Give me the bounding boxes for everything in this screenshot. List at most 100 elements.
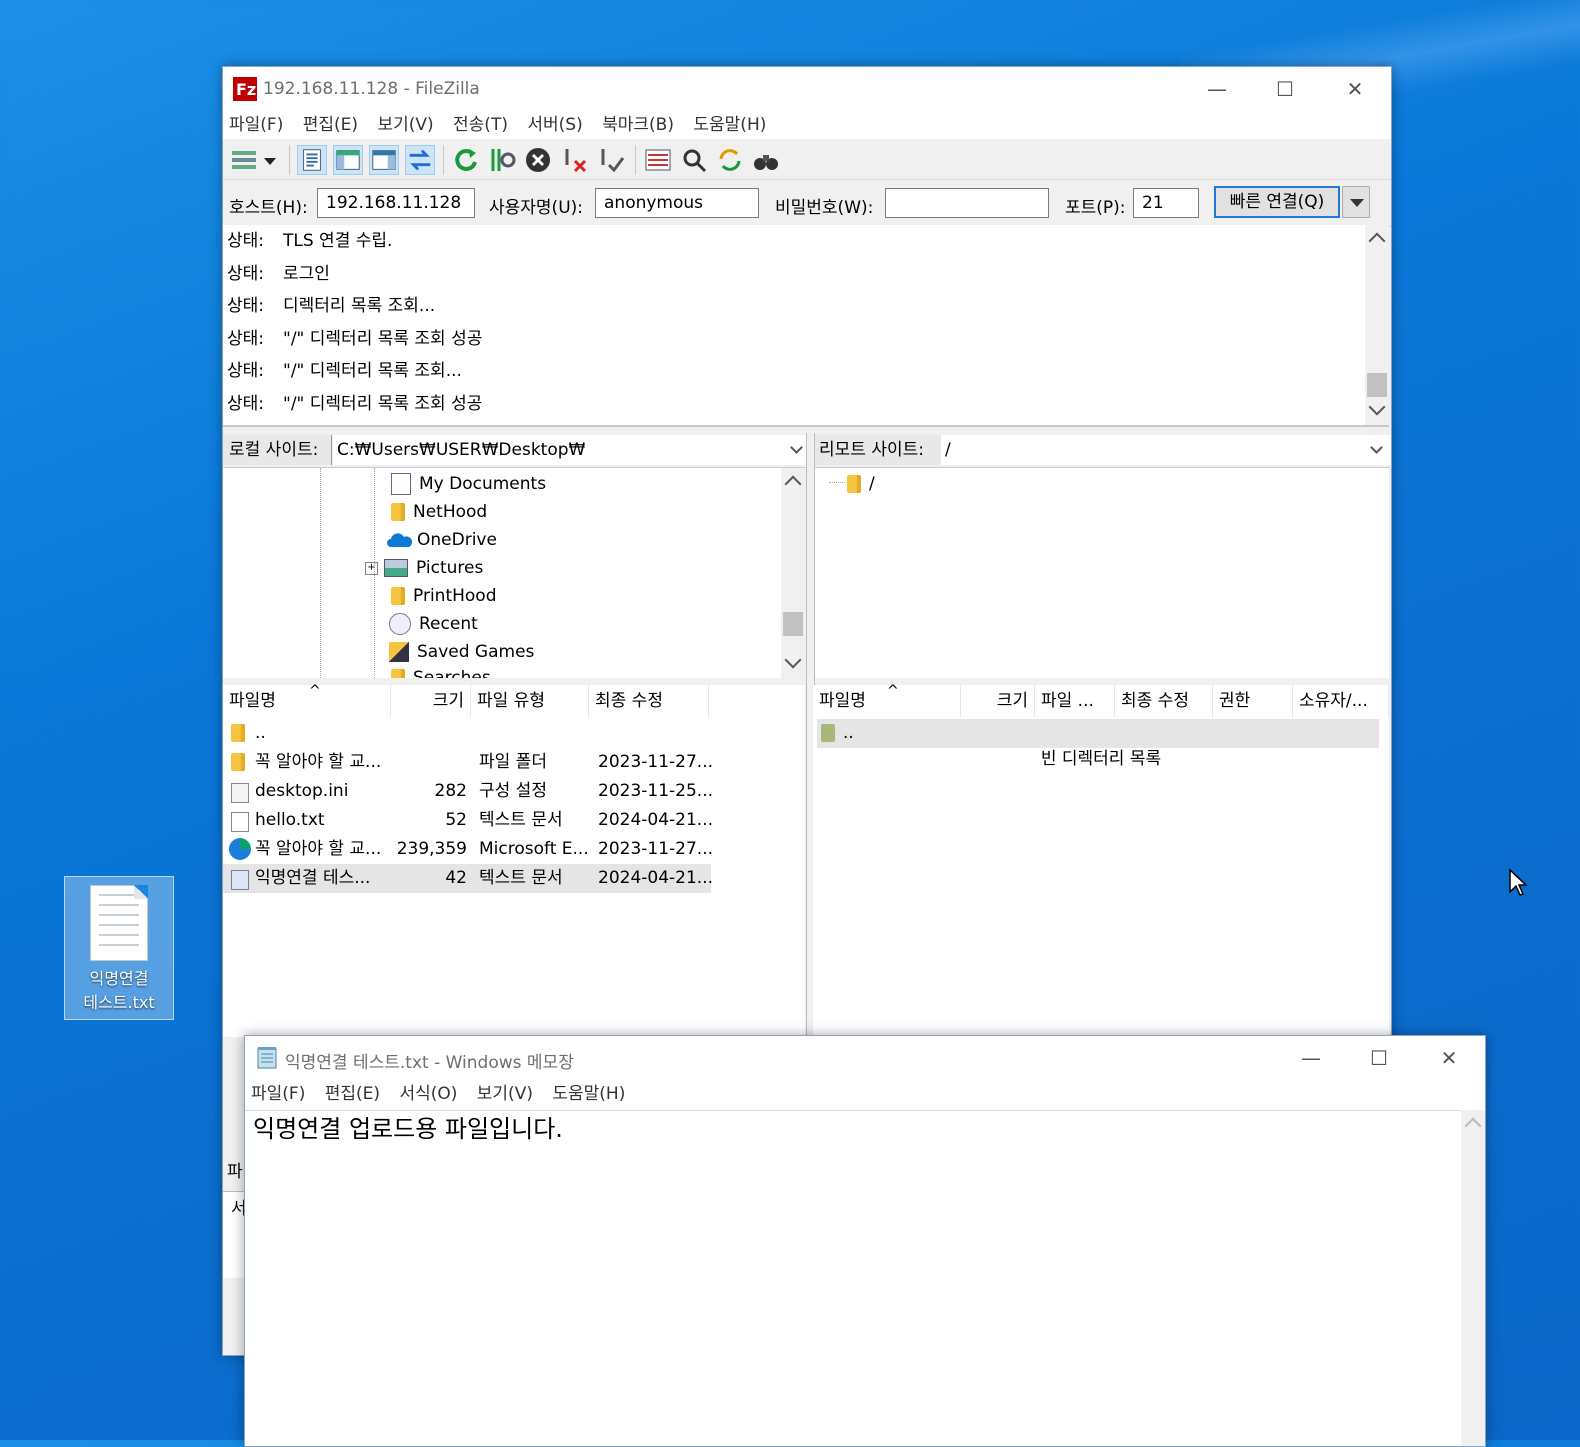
- username-label: 사용자명(U):: [489, 198, 583, 218]
- toggle-log-icon[interactable]: [297, 145, 327, 175]
- toggle-queue-icon[interactable]: [405, 145, 435, 175]
- chevron-down-icon[interactable]: [790, 441, 803, 454]
- menu-edit[interactable]: 편집(E): [325, 1084, 380, 1104]
- host-input[interactable]: 192.168.11.128: [317, 188, 475, 218]
- remote-path-input[interactable]: /: [941, 435, 1391, 465]
- log-scrollbar[interactable]: [1365, 225, 1389, 425]
- quickconnect-history-dropdown[interactable]: [1342, 186, 1370, 218]
- compare-directories-icon[interactable]: [679, 145, 709, 175]
- username-input[interactable]: anonymous: [595, 188, 759, 218]
- quickconnect-button[interactable]: 빠른 연결(Q): [1214, 186, 1340, 218]
- editor-scrollbar[interactable]: [1461, 1110, 1485, 1446]
- local-tree-scrollbar[interactable]: [781, 468, 805, 678]
- menu-bar: 파일(F) 편집(E) 서식(O) 보기(V) 도움말(H): [245, 1080, 1485, 1108]
- menu-server[interactable]: 서버(S): [527, 115, 582, 135]
- documents-icon: [391, 473, 411, 495]
- menu-edit[interactable]: 편집(E): [303, 115, 358, 135]
- menu-view[interactable]: 보기(V): [377, 115, 433, 135]
- toolbar-separator: [289, 145, 290, 175]
- menu-transfer[interactable]: 전송(T): [453, 115, 508, 135]
- menu-file[interactable]: 파일(F): [229, 115, 283, 135]
- process-queue-icon[interactable]: [487, 145, 517, 175]
- column-size[interactable]: 크기: [961, 685, 1035, 717]
- column-size[interactable]: 크기: [391, 685, 471, 717]
- cancel-operation-icon[interactable]: [523, 145, 553, 175]
- toggle-local-tree-icon[interactable]: [333, 145, 363, 175]
- column-modified[interactable]: 최종 수정: [589, 685, 709, 717]
- table-row-selected[interactable]: 익명연결 테스... 42 텍스트 문서 2024-04-21...: [223, 864, 713, 893]
- reconnect-icon[interactable]: [597, 145, 627, 175]
- disconnect-icon[interactable]: [561, 145, 591, 175]
- minimize-button[interactable]: —: [1279, 1036, 1343, 1080]
- menu-bookmarks[interactable]: 북마크(B): [602, 115, 674, 135]
- column-filetype[interactable]: 파일 ...: [1035, 685, 1115, 717]
- menu-help[interactable]: 도움말(H): [693, 115, 766, 135]
- tree-item-root[interactable]: /: [847, 470, 875, 498]
- tree-item-pictures[interactable]: + Pictures: [365, 554, 483, 582]
- toggle-remote-tree-icon[interactable]: [369, 145, 399, 175]
- table-row[interactable]: 꼭 알아야 할 교... 파일 폴더 2023-11-27...: [223, 748, 713, 777]
- toolbar-separator: [635, 145, 636, 175]
- search-remote-files-icon[interactable]: [751, 145, 781, 175]
- close-button[interactable]: ✕: [1417, 1036, 1481, 1080]
- refresh-icon[interactable]: [451, 145, 481, 175]
- desktop-file-icon[interactable]: 익명연결 테스트.txt: [64, 876, 174, 1020]
- close-button[interactable]: ✕: [1323, 67, 1387, 111]
- scroll-down-arrow-icon[interactable]: [784, 651, 802, 669]
- tree-guide-line: [320, 468, 321, 678]
- tree-item-nethood[interactable]: NetHood: [391, 498, 487, 526]
- minimize-button[interactable]: —: [1185, 67, 1249, 111]
- tree-item-my-documents[interactable]: My Documents: [391, 470, 546, 498]
- scroll-up-arrow-icon[interactable]: [784, 475, 802, 493]
- column-owner[interactable]: 소유자/...: [1293, 685, 1389, 717]
- tree-item-recent[interactable]: Recent: [389, 610, 478, 638]
- message-log: 상태: TLS 연결 수립. 상태: 로그인 상태: 디렉터리 목록 조회... 상태…: [223, 225, 1389, 427]
- synchronized-browsing-icon[interactable]: [715, 145, 745, 175]
- menu-format[interactable]: 서식(O): [399, 1084, 457, 1104]
- menu-help[interactable]: 도움말(H): [552, 1084, 625, 1104]
- directory-listing-filter-icon[interactable]: [643, 145, 673, 175]
- scroll-up-arrow-icon[interactable]: [1464, 1117, 1482, 1135]
- table-row[interactable]: hello.txt 52 텍스트 문서 2024-04-21...: [223, 806, 713, 835]
- maximize-button[interactable]: ☐: [1347, 1036, 1411, 1080]
- menu-view[interactable]: 보기(V): [477, 1084, 533, 1104]
- menu-file[interactable]: 파일(F): [251, 1084, 305, 1104]
- column-filename[interactable]: 파일명 ^: [813, 683, 961, 717]
- settings-file-icon: [231, 783, 249, 803]
- text-file-icon: [231, 812, 249, 832]
- column-filename[interactable]: 파일명 ^: [223, 683, 391, 717]
- log-line: 상태: "/" 디렉터리 목록 조회 성공: [227, 393, 483, 414]
- table-row[interactable]: 꼭 알아야 할 교... 239,359 Microsoft E... 2023-11…: [223, 835, 713, 864]
- column-filetype[interactable]: 파일 유형: [471, 685, 589, 717]
- chevron-down-icon[interactable]: [1370, 441, 1383, 454]
- site-manager-dropdown-icon[interactable]: [261, 145, 279, 175]
- scroll-down-arrow-icon[interactable]: [1368, 398, 1386, 416]
- tree-item-saved-games[interactable]: Saved Games: [389, 638, 534, 666]
- local-path-input[interactable]: C:₩Users₩USER₩Desktop₩: [333, 435, 811, 465]
- text-editor[interactable]: 익명연결 업로드용 파일입니다.: [245, 1110, 1461, 1446]
- table-row[interactable]: ..: [817, 719, 1379, 748]
- tree-item-searches[interactable]: Searches: [391, 664, 491, 678]
- log-line: 상태: "/" 디렉터리 목록 조회 성공: [227, 328, 483, 349]
- folder-icon: [847, 475, 861, 493]
- scroll-thumb[interactable]: [1367, 373, 1387, 397]
- pictures-icon: [384, 559, 408, 577]
- scroll-thumb[interactable]: [783, 612, 803, 636]
- column-permissions[interactable]: 권한: [1213, 685, 1293, 717]
- scroll-up-arrow-icon[interactable]: [1368, 232, 1386, 250]
- table-row[interactable]: desktop.ini 282 구성 설정 2023-11-25...: [223, 777, 713, 806]
- host-label: 호스트(H):: [229, 198, 308, 218]
- tree-item-printhood[interactable]: PrintHood: [391, 582, 496, 610]
- site-manager-icon[interactable]: [229, 145, 259, 175]
- port-input[interactable]: 21: [1133, 188, 1199, 218]
- status-bar-fragment: [223, 1279, 245, 1319]
- notepad-app-icon: [257, 1047, 277, 1069]
- column-modified[interactable]: 최종 수정: [1115, 685, 1213, 717]
- table-row[interactable]: ..: [223, 719, 711, 748]
- expand-plus-icon[interactable]: +: [365, 561, 378, 575]
- password-input[interactable]: [885, 188, 1049, 218]
- password-label: 비밀번호(W):: [775, 198, 874, 218]
- tree-item-onedrive[interactable]: OneDrive: [387, 526, 497, 554]
- maximize-button[interactable]: ☐: [1253, 67, 1317, 111]
- log-line: 상태: TLS 연결 수립.: [227, 231, 393, 251]
